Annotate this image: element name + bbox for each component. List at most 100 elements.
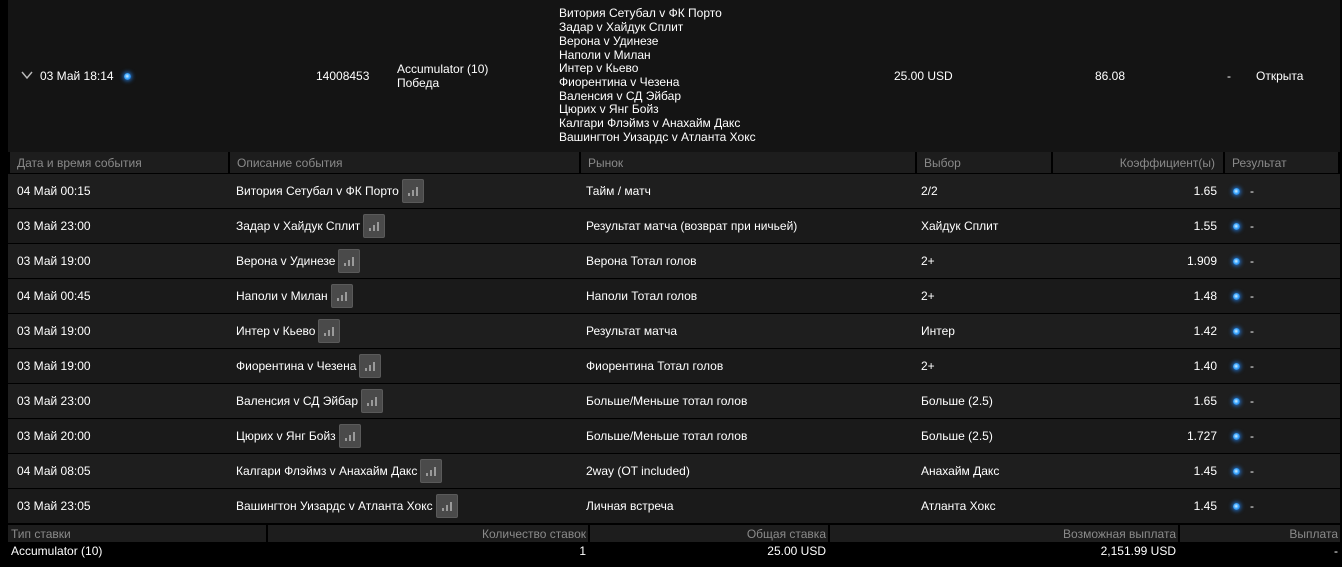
event-datetime: 03 Май 23:00 bbox=[17, 394, 91, 408]
table-row: 04 Май 08:05 Калгари Флэймз v Анахайм Дак… bbox=[8, 453, 1340, 488]
table-row: 03 Май 23:00 Задар v Хайдук Сплит Результа… bbox=[8, 208, 1340, 243]
event-market: Больше/Меньше тотал голов bbox=[586, 394, 748, 408]
event-result-cell: - bbox=[1225, 359, 1334, 373]
event-selection: Больше (2.5) bbox=[921, 429, 993, 443]
event-odds: 1.65 bbox=[1193, 394, 1217, 408]
event-odds: 1.727 bbox=[1186, 429, 1217, 443]
blue-dot-icon bbox=[1233, 397, 1240, 405]
event-market: 2way (OT included) bbox=[586, 464, 690, 478]
event-selection: 2+ bbox=[921, 289, 935, 303]
blue-dot-icon bbox=[1233, 502, 1240, 510]
event-description: Верона v Удинезе bbox=[236, 254, 336, 268]
chevron-down-icon[interactable] bbox=[21, 70, 33, 80]
bet-status: Открыта bbox=[1256, 69, 1304, 83]
event-datetime: 04 Май 00:15 bbox=[17, 184, 91, 198]
blue-dot-icon bbox=[1233, 467, 1240, 475]
event-result: - bbox=[1250, 359, 1254, 373]
event-description: Интер v Кьево bbox=[236, 324, 316, 338]
event-result: - bbox=[1250, 429, 1254, 443]
event-description-cell: Интер v Кьево bbox=[232, 319, 583, 343]
bet-type: Accumulator (10) bbox=[397, 62, 489, 76]
bet-payout-dash: - bbox=[1227, 69, 1231, 83]
event-description-cell: Задар v Хайдук Сплит bbox=[232, 214, 583, 238]
bar-chart-icon[interactable] bbox=[330, 284, 353, 308]
event-result-cell: - bbox=[1225, 219, 1334, 233]
event-datetime: 03 Май 23:05 bbox=[17, 499, 91, 513]
event-description-cell: Цюрих v Янг Бойз bbox=[232, 424, 583, 448]
event-result: - bbox=[1250, 324, 1254, 338]
blue-dot-icon bbox=[1233, 187, 1240, 195]
table-row: 03 Май 23:00 Валенсия v СД Эйбар Больше/Ме… bbox=[8, 383, 1340, 418]
event-market: Больше/Меньше тотал голов bbox=[586, 429, 748, 443]
bet-stake: 25.00 USD bbox=[894, 69, 953, 83]
event-result-cell: - bbox=[1225, 394, 1334, 408]
bet-result: Победа bbox=[397, 76, 440, 90]
bar-chart-icon[interactable] bbox=[359, 354, 382, 378]
header-description: Описание события bbox=[230, 152, 579, 173]
total-bet-count: 1 bbox=[579, 543, 586, 558]
blue-dot-icon bbox=[123, 72, 131, 80]
event-description: Витория Сетубал v ФК Порто bbox=[236, 184, 399, 198]
events-table-body: 04 Май 00:15 Витория Сетубал v ФК Порто Та… bbox=[8, 173, 1340, 523]
event-odds: 1.909 bbox=[1186, 254, 1217, 268]
total-stake: 25.00 USD bbox=[767, 543, 826, 558]
bar-chart-icon[interactable] bbox=[338, 424, 361, 448]
table-row: 03 Май 19:00 Верона v Удинезе Верона Тотал… bbox=[8, 243, 1340, 278]
bet-totals: Тип ставки Количество ставок Общая ставк… bbox=[8, 525, 1340, 559]
bet-event-name: Фиорентина v Чезена bbox=[559, 75, 680, 89]
bet-event-name: Витория Сетубал v ФК Порто bbox=[559, 6, 722, 21]
payout: - bbox=[1334, 543, 1338, 558]
blue-dot-icon bbox=[1233, 257, 1240, 265]
event-description: Вашингтон Уизардс v Атланта Хокс bbox=[236, 499, 433, 513]
header-result: Результат bbox=[1225, 152, 1338, 173]
header-selection: Выбор bbox=[917, 152, 1051, 173]
event-result: - bbox=[1250, 219, 1254, 233]
event-description: Валенсия v СД Эйбар bbox=[236, 394, 358, 408]
event-description-cell: Витория Сетубал v ФК Порто bbox=[232, 179, 583, 203]
event-result-cell: - bbox=[1225, 464, 1334, 478]
event-result: - bbox=[1250, 254, 1254, 268]
event-description-cell: Фиорентина v Чезена bbox=[232, 354, 583, 378]
bet-event-name: Верона v Удинезе bbox=[559, 33, 659, 48]
event-description: Калгари Флэймз v Анахайм Дакс bbox=[236, 464, 418, 478]
header-datetime: Дата и время события bbox=[10, 152, 228, 173]
event-description: Задар v Хайдук Сплит bbox=[236, 219, 361, 233]
total-bet-type: Accumulator (10) bbox=[11, 543, 103, 558]
event-datetime: 03 Май 20:00 bbox=[17, 429, 91, 443]
event-result: - bbox=[1250, 289, 1254, 303]
bar-chart-icon[interactable] bbox=[401, 179, 424, 203]
event-datetime: 04 Май 08:05 bbox=[17, 464, 91, 478]
event-result-cell: - bbox=[1225, 289, 1334, 303]
bar-chart-icon[interactable] bbox=[338, 249, 361, 273]
bet-type-cell: Accumulator (10) Победа bbox=[397, 0, 488, 152]
bar-chart-icon[interactable] bbox=[363, 214, 386, 238]
event-description: Фиорентина v Чезена bbox=[236, 359, 357, 373]
header-odds: Коэффициент(ы) bbox=[1053, 152, 1223, 173]
bet-event-name: Вашингтон Уизардс v Атланта Хокс bbox=[559, 129, 756, 144]
bar-chart-icon[interactable] bbox=[420, 459, 443, 483]
event-description-cell: Наполи v Милан bbox=[232, 284, 583, 308]
bar-chart-icon[interactable] bbox=[318, 319, 341, 343]
event-description: Наполи v Милан bbox=[236, 289, 328, 303]
bar-chart-icon[interactable] bbox=[361, 389, 383, 413]
event-odds: 1.48 bbox=[1193, 289, 1217, 303]
event-datetime: 03 Май 23:00 bbox=[17, 219, 91, 233]
bet-events-cell: Витория Сетубал v ФК Порто Задар v Хайдук… bbox=[559, 0, 756, 152]
bar-chart-icon[interactable] bbox=[435, 494, 458, 518]
bet-totals-header: Тип ставки Количество ставок Общая ставк… bbox=[8, 525, 1340, 542]
event-odds: 1.55 bbox=[1193, 219, 1217, 233]
bet-event-name: Интер v Кьево bbox=[559, 61, 639, 76]
header-potential-payout: Возможная выплата bbox=[830, 525, 1178, 542]
bet-event-name: Наполи v Милан bbox=[559, 47, 651, 62]
event-result-cell: - bbox=[1225, 429, 1334, 443]
table-row: 03 Май 20:00 Цюрих v Янг Бойз Больше/Меньш… bbox=[8, 418, 1340, 453]
blue-dot-icon bbox=[1233, 292, 1240, 300]
bet-summary-row[interactable]: 03 Май 18:14 14008453 Accumulator (10) П… bbox=[8, 0, 1340, 152]
event-selection: 2/2 bbox=[921, 184, 938, 198]
bet-event-name: Цюрих v Янг Бойз bbox=[559, 102, 659, 117]
table-row: 03 Май 23:05 Вашингтон Уизардс v Атланта … bbox=[8, 488, 1340, 523]
event-result-cell: - bbox=[1225, 499, 1334, 513]
event-odds: 1.65 bbox=[1193, 184, 1217, 198]
bet-event-name: Валенсия v СД Эйбар bbox=[559, 88, 681, 103]
bet-totals-values: Accumulator (10) 1 25.00 USD 2,151.99 US… bbox=[8, 542, 1340, 559]
